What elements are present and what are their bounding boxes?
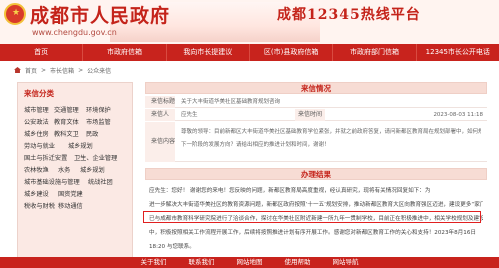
breadcrumb: 首页 > 市长信箱 > 公众来信	[14, 64, 494, 76]
subject-value: 关于大丰街道华美社区基础教育规划咨询	[181, 99, 281, 105]
category-link[interactable]: 税收与财税	[24, 201, 55, 210]
reply-body: 应先生：您好！ 谢谢您的来电！您反映的问题，新都区教育局高度重视，经认真研究，现…	[143, 184, 487, 268]
content-line-1: 尊敬的领导：目前新都区大丰街道华美社区基础教育学位紧张，并就之前政府答复，请问新…	[181, 129, 481, 135]
subject-row: 来信标题 关于大丰街道华美社区基础教育规划咨询	[145, 96, 487, 108]
reply-line: 应先生：您好！ 谢谢您的来电！您反映的问题，新都区教育局高度重视，经认真研究，现…	[149, 188, 431, 194]
footer-link-help[interactable]: 使用帮助	[285, 257, 311, 268]
category-link[interactable]: 市场监管	[86, 117, 111, 126]
content-label: 来信内容	[151, 138, 176, 145]
category-link[interactable]: 城乡规划	[80, 165, 105, 174]
site-title[interactable]: 成都市人民政府	[30, 1, 170, 28]
breadcrumb-separator: >	[41, 66, 47, 74]
person-row: 来信人 应先生 来信时间 2023-08-03 11:18	[145, 109, 487, 121]
category-link[interactable]: 交通管理	[54, 105, 79, 114]
breadcrumb-separator: >	[78, 66, 84, 74]
footer-link-sitemap[interactable]: 网站地图	[237, 257, 263, 268]
content-line-2: 下一阶段的发展方向？请给出相应的推进计划和时间，谢谢！	[181, 142, 330, 148]
highlight-box	[143, 211, 481, 223]
category-link[interactable]: 农林牧渔	[24, 165, 49, 174]
category-link[interactable]: 环境保护	[86, 105, 111, 114]
nav-item-gov-mailbox[interactable]: 市政府信箱	[83, 44, 167, 61]
category-link[interactable]: 城乡规划	[68, 141, 93, 150]
category-link[interactable]: 教科文卫	[54, 129, 79, 138]
category-link[interactable]: 教育文体	[54, 117, 79, 126]
category-link[interactable]: 城市管理	[24, 105, 49, 114]
reply-line: 18:20 与您联系。	[149, 244, 195, 250]
letter-detail-panel: 来信情况 来信标题 关于大丰街道华美社区基础教育规划咨询 来信人 应先生 来信时…	[143, 82, 487, 268]
category-link[interactable]: 劳动与就业	[24, 141, 55, 150]
content-row: 来信内容 尊敬的领导：目前新都区大丰街道华美社区基础教育学位紧张，并就之前政府答…	[145, 122, 487, 162]
person-value: 应先生	[181, 112, 198, 118]
breadcrumb-home[interactable]: 首页	[25, 66, 37, 75]
main-nav: 首页 市政府信箱 我向市长提建议 区(市)县政府信箱 市政府部门信箱 12345…	[0, 44, 499, 61]
national-emblem-icon: ★	[4, 3, 26, 25]
home-icon	[14, 67, 21, 73]
category-panel: 来信分类 城市管理 交通管理 环境保护 公安政法 教育文体 市场监管 城乡住房 …	[17, 82, 133, 268]
category-link[interactable]: 统战社团	[88, 177, 113, 186]
breadcrumb-mayor-mailbox[interactable]: 市长信箱	[50, 66, 74, 75]
site-url: www.chengdu.gov.cn	[32, 28, 117, 37]
reply-line: 进一步解决大丰街道华美社区的教育资源问题，新都区政府按照‘十一五’规划安排，推动…	[149, 202, 483, 208]
category-link[interactable]: 城乡建设	[24, 189, 49, 198]
site-footer: 关于我们 联系我们 网站地图 使用帮助 网站导航	[0, 257, 499, 268]
category-link[interactable]: 国土与拆迁安置	[24, 153, 67, 162]
category-link[interactable]: 城市基础设施与管理	[24, 177, 80, 186]
footer-link-about[interactable]: 关于我们	[141, 257, 167, 268]
category-link[interactable]: 城乡住房	[24, 129, 49, 138]
nav-item-district-mailbox[interactable]: 区(市)县政府信箱	[250, 44, 334, 61]
category-link[interactable]: 移动通信	[58, 201, 83, 210]
site-header: ★ 成都市人民政府 www.chengdu.gov.cn 成都12345热线平台	[0, 0, 499, 44]
category-link[interactable]: 卫生、企业管理	[74, 153, 117, 162]
category-panel-title: 来信分类	[24, 89, 54, 98]
nav-item-suggest-to-mayor[interactable]: 我向市长提建议	[167, 44, 250, 61]
nav-item-home[interactable]: 首页	[0, 44, 84, 61]
reply-section-title: 办理结果	[145, 168, 487, 180]
footer-link-contact[interactable]: 联系我们	[189, 257, 215, 268]
category-link[interactable]: 水务	[58, 165, 70, 174]
subject-label: 来信标题	[151, 98, 176, 105]
person-label: 来信人	[151, 111, 170, 118]
nav-item-department-mailbox[interactable]: 市政府部门信箱	[333, 44, 417, 61]
nav-item-mayor-hotline[interactable]: 12345市长公开电话	[417, 44, 499, 61]
category-link[interactable]: 国资党建	[58, 189, 83, 198]
reply-line: 中，积极按照相关工作流程开展工作，后续将按照推进计划有序开展工作。感谢您对新都区…	[149, 230, 476, 236]
footer-link-navigation[interactable]: 网站导航	[333, 257, 359, 268]
category-link[interactable]: 民政	[86, 129, 98, 138]
category-link[interactable]: 公安政法	[24, 117, 49, 126]
hotline-title: 成都12345热线平台	[277, 7, 421, 23]
breadcrumb-public-letters[interactable]: 公众来信	[87, 66, 111, 75]
time-label: 来信时间	[295, 109, 325, 121]
letter-section-title: 来信情况	[145, 82, 487, 94]
time-value: 2023-08-03 11:18	[433, 112, 483, 118]
